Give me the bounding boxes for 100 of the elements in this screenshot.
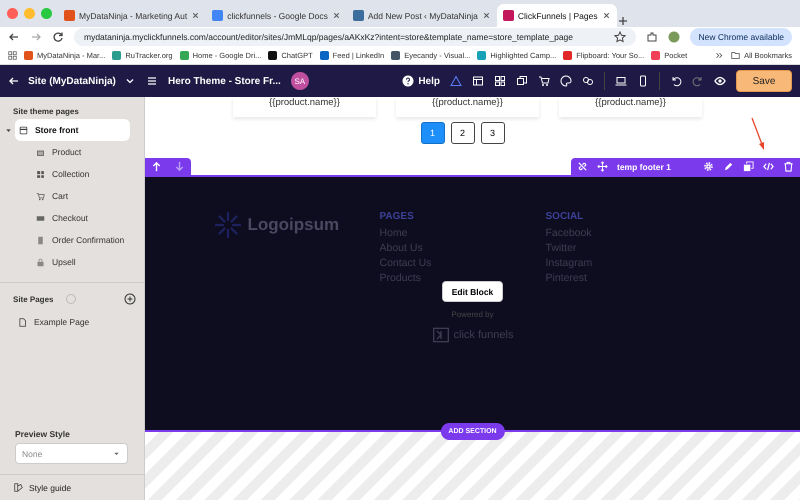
bookmark-favicon-icon <box>477 51 486 60</box>
page-button[interactable]: 2 <box>450 122 474 144</box>
eye-icon[interactable] <box>714 75 726 87</box>
sidebar-item[interactable]: Order Confirmation <box>24 229 130 251</box>
document-icon <box>36 236 45 244</box>
favicon-icon <box>64 10 75 21</box>
close-icon[interactable] <box>482 11 491 20</box>
reload-icon[interactable] <box>52 31 64 43</box>
close-icon[interactable] <box>602 11 611 20</box>
edit-block-button[interactable]: Edit Block <box>442 281 504 302</box>
duplicate-icon[interactable] <box>743 161 754 172</box>
apps-grid-icon[interactable] <box>8 51 17 60</box>
plus-icon[interactable] <box>616 15 629 27</box>
add-icon[interactable] <box>124 293 136 305</box>
profile-icon[interactable] <box>668 31 680 43</box>
pencil-icon[interactable] <box>723 161 734 172</box>
bookmark-favicon-icon <box>24 51 33 60</box>
sidebar-item[interactable]: Cart <box>24 185 130 207</box>
card-icon <box>36 214 45 222</box>
address-bar[interactable]: mydataninja.myclickfunnels.com/account/editor/sites/JmMLqp/pages/aAKxKz?intent=store&template_name=store_template_page <box>74 28 636 46</box>
back-icon[interactable] <box>8 31 20 43</box>
warning-icon[interactable] <box>450 75 462 87</box>
close-icon[interactable] <box>332 11 341 20</box>
lock-icon <box>36 258 45 266</box>
tab-title: ClickFunnels | Pages <box>518 10 598 20</box>
trash-icon[interactable] <box>783 161 794 172</box>
site-selector[interactable]: Site (MyDataNinja) <box>8 75 136 87</box>
user-avatar[interactable]: SA <box>290 72 309 90</box>
tab-title: clickfunnels - Google Docs <box>227 10 328 20</box>
menu-icon[interactable] <box>146 75 158 87</box>
arrow-down-icon[interactable] <box>174 161 185 172</box>
browser-tab[interactable]: Add New Post ‹ MyDataNinja <box>346 4 497 27</box>
field-label: Preview Style <box>14 429 71 441</box>
puzzle-icon[interactable] <box>646 31 658 43</box>
bookmark-favicon-icon <box>320 51 329 60</box>
favicon-icon <box>352 10 364 21</box>
sidebar-item[interactable]: Upsell <box>24 251 130 273</box>
column-heading: SOCIAL <box>546 211 584 222</box>
section-heading: Site theme pages <box>12 106 80 118</box>
sidebar-item[interactable]: Collection <box>24 163 130 185</box>
bookmark-favicon-icon <box>391 51 400 60</box>
arrow-up-icon[interactable] <box>151 161 162 172</box>
layout-icon[interactable] <box>472 75 484 87</box>
unlink-icon[interactable] <box>577 161 588 172</box>
redo-icon[interactable] <box>692 75 704 87</box>
product-card: {{product.name}} <box>559 97 702 117</box>
palette-icon[interactable] <box>560 75 572 87</box>
cart-icon <box>36 192 45 200</box>
store-icon <box>19 126 28 134</box>
browser-tab[interactable]: ClickFunnels | Pages <box>496 4 617 27</box>
update-button[interactable]: New Chrome available <box>690 28 792 46</box>
link-icon[interactable] <box>582 75 594 87</box>
move-icon[interactable] <box>597 161 608 172</box>
sidebar-item[interactable]: Checkout <box>24 207 130 229</box>
page-button[interactable]: 3 <box>480 122 504 144</box>
sidebar-item[interactable]: Product <box>24 141 130 163</box>
section-heading: Site Pages <box>12 294 54 306</box>
mobile-icon[interactable] <box>637 75 649 87</box>
blocks-icon[interactable] <box>494 75 506 87</box>
url-text: mydataninja.myclickfunnels.com/account/editor/sites/JmMLqp/pages/aAKxKz?intent=store&template_name=store_template_page <box>84 32 574 42</box>
pointer-arrow-icon <box>750 117 766 151</box>
section-name: temp footer 1 <box>617 162 672 172</box>
column-heading: PAGES <box>380 211 415 222</box>
question-icon <box>402 75 414 87</box>
logo-text: Logoipsum <box>248 215 340 235</box>
folder-icon <box>731 51 740 60</box>
star-icon[interactable] <box>614 31 626 43</box>
browser-tab[interactable]: clickfunnels - Google Docs <box>206 4 347 27</box>
page-icon <box>18 318 27 326</box>
bookmark-favicon-icon <box>563 51 572 60</box>
grid-icon <box>36 170 45 178</box>
save-button[interactable]: Save <box>736 70 792 92</box>
chevrons-icon[interactable] <box>715 51 724 60</box>
bookmark-favicon-icon <box>268 51 278 60</box>
bookmark-favicon-icon <box>651 51 660 60</box>
sidebar-item[interactable]: Store front <box>15 119 130 141</box>
favicon-icon <box>212 10 224 21</box>
close-icon[interactable] <box>191 11 200 20</box>
cart-icon[interactable] <box>538 75 550 87</box>
bookmark-favicon-icon <box>180 51 189 60</box>
layers-icon[interactable] <box>516 75 528 87</box>
style-guide-icon <box>14 483 23 492</box>
style-guide-link[interactable]: Style guide <box>0 474 144 500</box>
tab-title: Add New Post ‹ MyDataNinja <box>368 10 478 20</box>
undo-icon[interactable] <box>670 75 682 87</box>
product-card: {{product.name}} <box>233 97 376 117</box>
powered-by-text: Powered by <box>451 310 494 319</box>
laptop-icon[interactable] <box>615 75 627 87</box>
sidebar-item[interactable]: Example Page <box>6 311 130 333</box>
logo-mark-icon <box>214 211 242 239</box>
settings-icon[interactable] <box>703 161 714 172</box>
favicon-icon <box>502 10 514 21</box>
browser-tab[interactable]: MyDataNinja - Marketing Aut <box>58 4 206 27</box>
brand-logo-icon <box>432 327 450 343</box>
code-icon[interactable] <box>763 161 774 172</box>
page-title: Hero Theme - Store Fr... <box>168 76 281 86</box>
help-button[interactable]: Help <box>402 75 440 87</box>
preview-style-dropdown[interactable]: None <box>15 443 128 464</box>
bookmark-favicon-icon <box>112 51 122 60</box>
tab-title: MyDataNinja - Marketing Aut <box>79 10 188 20</box>
